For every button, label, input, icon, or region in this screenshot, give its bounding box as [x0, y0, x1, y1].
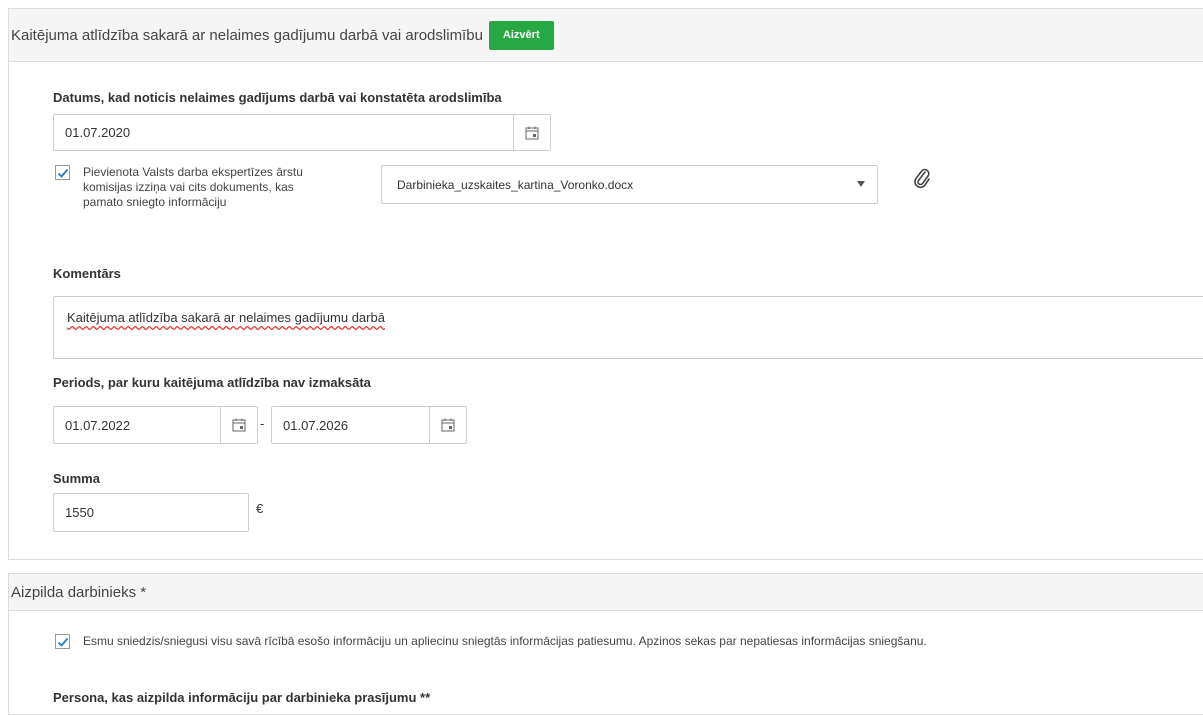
chevron-down-icon: [857, 181, 865, 187]
employee-panel-title: Aizpilda darbinieks *: [11, 583, 147, 601]
calendar-icon[interactable]: [220, 407, 257, 443]
attachment-file-name: Darbinieka_uzskaites_kartina_Voronko.doc…: [397, 177, 634, 192]
period-separator: -: [260, 416, 265, 431]
sum-label: Summa: [53, 471, 100, 486]
period-to-value: 01.07.2026: [283, 417, 349, 433]
calendar-icon[interactable]: [429, 407, 466, 443]
comment-label: Komentārs: [53, 266, 121, 281]
calendar-icon[interactable]: [513, 115, 550, 150]
incident-date-label: Datums, kad noticis nelaimes gadījums da…: [53, 90, 502, 105]
check-icon: [57, 168, 68, 178]
check-icon: [57, 637, 68, 647]
period-label: Periods, par kuru kaitējuma atlīdzība na…: [53, 375, 371, 390]
comment-textarea[interactable]: Kaitējuma atlīdzība sakarā ar nelaimes g…: [53, 296, 1203, 359]
incident-date-value: 01.07.2020: [65, 125, 131, 140]
sum-value: 1550: [65, 505, 94, 520]
attachment-checkbox[interactable]: [55, 165, 70, 180]
compensation-panel: Kaitējuma atlīdzība sakarā ar nelaimes g…: [8, 8, 1203, 560]
confirm-text: Esmu sniedzis/sniegusi visu savā rīcībā …: [83, 634, 927, 648]
person-label: Persona, kas aizpilda informāciju par da…: [53, 690, 431, 705]
employee-panel-header: Aizpilda darbinieks *: [9, 574, 1203, 611]
attachment-file-select[interactable]: Darbinieka_uzskaites_kartina_Voronko.doc…: [381, 165, 878, 204]
comment-value: Kaitējuma atlīdzība sakarā ar nelaimes g…: [67, 310, 385, 325]
incident-date-input[interactable]: 01.07.2020: [53, 114, 551, 151]
attachment-checkbox-text: Pievienota Valsts darba ekspertīzes ārst…: [83, 165, 303, 209]
period-to-input[interactable]: 01.07.2026: [271, 406, 467, 444]
currency-label: €: [256, 501, 264, 516]
paperclip-icon[interactable]: [913, 167, 931, 194]
period-from-input[interactable]: 01.07.2022: [53, 406, 258, 444]
period-from-value: 01.07.2022: [65, 417, 131, 433]
sum-input[interactable]: 1550: [53, 493, 249, 532]
panel-title: Kaitējuma atlīdzība sakarā ar nelaimes g…: [11, 26, 483, 44]
close-button[interactable]: Aizvērt: [488, 20, 554, 50]
employee-panel: Aizpilda darbinieks * Esmu sniedzis/snie…: [8, 573, 1203, 715]
confirm-checkbox[interactable]: [55, 634, 70, 649]
compensation-panel-header: Kaitējuma atlīdzība sakarā ar nelaimes g…: [9, 9, 1203, 62]
